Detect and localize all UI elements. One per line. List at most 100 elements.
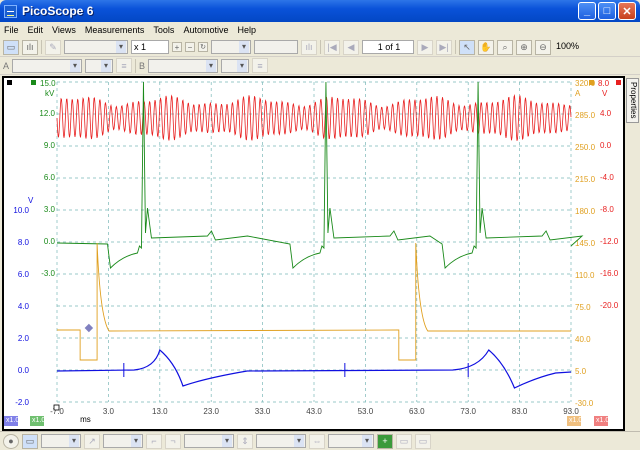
channel-a-options-icon[interactable]: ≡ (116, 58, 133, 73)
zoom-in-icon[interactable]: ⊕ (516, 39, 532, 55)
maximize-button[interactable]: □ (598, 2, 616, 20)
delete-measurement-icon[interactable]: ▭ (415, 433, 431, 449)
prev-page-icon[interactable]: ◀ (343, 39, 359, 55)
trigger-threshold-select[interactable] (184, 434, 234, 448)
trigger-channel-icon[interactable]: ↗ (84, 433, 100, 449)
time-origin-marker (53, 404, 60, 411)
green-tick-label: 0.0 (44, 237, 56, 246)
channel-a-coupling-select[interactable] (85, 58, 114, 73)
menu-tools[interactable]: Tools (153, 25, 174, 35)
channel-b-range-select[interactable] (148, 58, 219, 73)
picoscope-app-icon (4, 4, 17, 18)
edit-measurement-icon[interactable]: ▭ (396, 433, 412, 449)
add-measurement-icon[interactable]: + (377, 433, 393, 449)
falling-edge-icon[interactable]: ¬ (165, 433, 181, 449)
green-channel-marker (31, 80, 36, 85)
ch-red-box[interactable]: x1.0 (594, 416, 609, 426)
menu-help[interactable]: Help (237, 25, 256, 35)
plus-icon[interactable]: + (172, 42, 182, 52)
red-tick-label: -4.0 (600, 173, 614, 182)
multiplier-field[interactable]: x 1 (131, 40, 169, 54)
reset-icon[interactable]: ↻ (198, 42, 208, 52)
scope-chart[interactable]: -7.0 3.0 13.0 23.0 33.0 43.0 53.0 63.0 73.0 83.0 9… (4, 78, 623, 429)
rising-edge-icon[interactable]: ⌐ (146, 433, 162, 449)
samples-field[interactable] (254, 40, 298, 54)
timebase-select[interactable] (64, 40, 128, 54)
ch-blue-box[interactable]: x1.0 (4, 416, 19, 426)
menu-views[interactable]: Views (52, 25, 76, 35)
properties-tab[interactable]: Properties (626, 78, 639, 123)
x-tick-label: 23.0 (203, 407, 219, 416)
ch-orange-box[interactable]: x1.0 (567, 416, 582, 426)
x-tick-label: 73.0 (460, 407, 476, 416)
probe-icon[interactable]: ✎ (45, 39, 61, 55)
position-icon[interactable]: ⇔ (309, 433, 325, 449)
menu-bar: File Edit Views Measurements Tools Autom… (0, 22, 640, 38)
x-tick-label: 83.0 (512, 407, 528, 416)
stop-icon[interactable]: ● (3, 433, 19, 449)
minus-icon[interactable]: − (185, 42, 195, 52)
go-icon[interactable]: ▭ (22, 433, 38, 449)
trigger-position-select[interactable] (256, 434, 306, 448)
orange-tick-label: 215.0 (575, 175, 596, 184)
x-tick-label: 13.0 (152, 407, 168, 416)
channel-b-options-icon[interactable]: ≡ (252, 58, 269, 73)
channel-a-range-select[interactable] (12, 58, 83, 73)
green-tick-label: 9.0 (44, 141, 56, 150)
scope-mode-icon[interactable]: ▭ (3, 39, 19, 55)
trigger-delay-select[interactable] (328, 434, 374, 448)
trigger-mode-select[interactable] (41, 434, 81, 448)
minimize-button[interactable]: _ (578, 2, 596, 20)
orange-tick-label: 180.0 (575, 207, 596, 216)
menu-file[interactable]: File (4, 25, 19, 35)
hand-icon[interactable]: ✋ (478, 39, 494, 55)
blue-channel-marker (7, 80, 12, 85)
blue-tick-label: 8.0 (18, 238, 30, 247)
zoom-region-icon[interactable]: ⌕ (497, 39, 513, 55)
threshold-icon[interactable]: ⇕ (237, 433, 253, 449)
orange-tick-label: 250.0 (575, 143, 596, 152)
ch-green-box[interactable]: x1.0 (30, 416, 45, 426)
x-tick-label: 93.0 (563, 407, 579, 416)
x-tick-label: 33.0 (255, 407, 271, 416)
blue-tick-label: -2.0 (15, 398, 29, 407)
menu-edit[interactable]: Edit (28, 25, 44, 35)
red-tick-label: -20.0 (600, 301, 619, 310)
channel-a-label: A (3, 60, 10, 71)
spectrum-mode-icon[interactable]: ılı (22, 39, 38, 55)
last-page-icon[interactable]: ▶| (436, 39, 452, 55)
menu-measurements[interactable]: Measurements (85, 25, 145, 35)
trigger-toolbar: A ≡ B ≡ (0, 57, 640, 75)
red-tick-label: -8.0 (600, 205, 614, 214)
green-tick-label: -3.0 (41, 269, 55, 278)
red-tick-label: 0.0 (600, 141, 612, 150)
menu-automotive[interactable]: Automotive (183, 25, 228, 35)
trigger-source-select[interactable] (103, 434, 143, 448)
orange-tick-label: 5.0 (575, 367, 587, 376)
blue-tick-label: 6.0 (18, 270, 30, 279)
x-tick-label: 43.0 (306, 407, 322, 416)
green-tick-label: 6.0 (44, 173, 56, 182)
close-button[interactable]: ✕ (618, 2, 636, 20)
pointer-icon[interactable]: ↖ (459, 39, 475, 55)
zoom-level: 100% (556, 41, 580, 51)
channel-b-coupling-select[interactable] (221, 58, 250, 73)
title-bar: PicoScope 6 _ □ ✕ (0, 0, 640, 22)
scope-view[interactable]: -7.0 3.0 13.0 23.0 33.0 43.0 53.0 63.0 73.0 83.0 9… (2, 76, 625, 431)
page-indicator: 1 of 1 (362, 40, 414, 54)
blue-axis-unit: V (28, 196, 34, 205)
x-axis-unit: ms (80, 415, 91, 424)
green-axis-unit: kV (45, 89, 55, 98)
zoom-out-icon[interactable]: ⊖ (535, 39, 551, 55)
orange-tick-label: 40.0 (575, 335, 591, 344)
resolution-select[interactable] (211, 40, 251, 54)
histogram-icon[interactable]: ılı (301, 39, 317, 55)
first-page-icon[interactable]: |◀ (324, 39, 340, 55)
next-page-icon[interactable]: ▶ (417, 39, 433, 55)
trigger-diamond (84, 323, 94, 333)
red-tick-label: 4.0 (600, 109, 612, 118)
orange-axis-unit: A (575, 89, 581, 98)
orange-tick-label: -30.0 (575, 399, 594, 408)
blue-tick-label: 2.0 (18, 334, 30, 343)
orange-tick-label: 320.0 (575, 79, 596, 88)
